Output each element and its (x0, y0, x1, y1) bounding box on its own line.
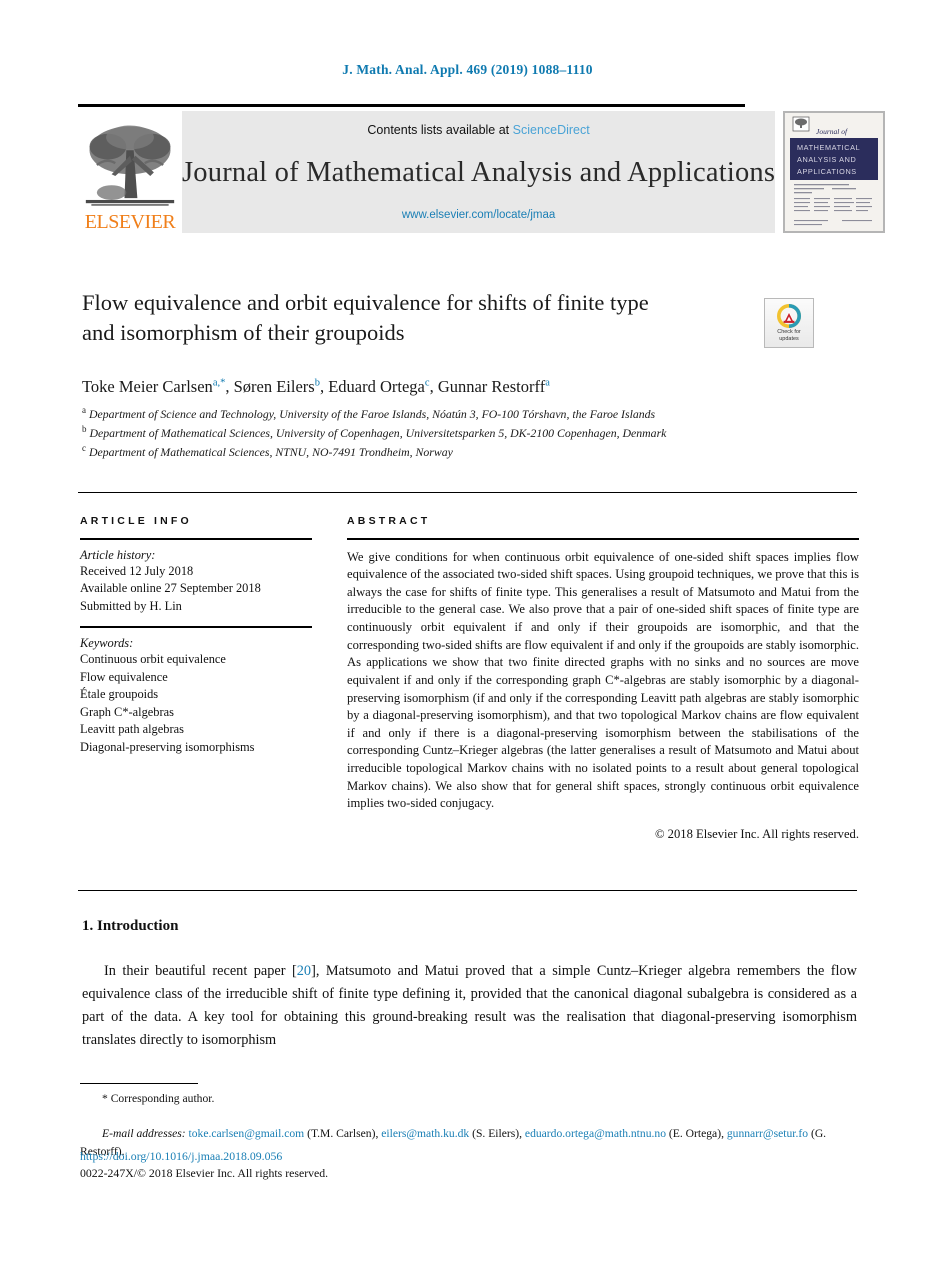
corresponding-author-note: * Corresponding author. (102, 1092, 215, 1105)
abstract-text: We give conditions for when continuous o… (347, 549, 859, 811)
keywords-label: Keywords: (80, 636, 134, 651)
doi-block: https://doi.org/10.1016/j.jmaa.2018.09.0… (80, 1148, 328, 1182)
masthead-center-panel: Contents lists available at ScienceDirec… (182, 111, 776, 233)
elsevier-tree-icon (84, 119, 176, 211)
keywords-rule (80, 626, 312, 629)
journal-masthead: ELSEVIER Contents lists available at Sci… (78, 104, 886, 233)
email-addresses-label: E-mail addresses: (102, 1127, 186, 1141)
article-history-item: Available online 27 September 2018 (80, 581, 261, 596)
contents-available-line: Contents lists available at ScienceDirec… (367, 123, 589, 137)
email-link[interactable]: eduardo.ortega@math.ntnu.no (525, 1127, 666, 1140)
article-info-rule (80, 538, 312, 540)
title-line-1: Flow equivalence and orbit equivalence f… (82, 290, 649, 315)
journal-title: Journal of Mathematical Analysis and App… (182, 157, 776, 188)
running-head: J. Math. Anal. Appl. 469 (2019) 1088–111… (342, 62, 593, 77)
author-affiliation-mark: c (424, 377, 430, 389)
svg-text:Journal of: Journal of (816, 127, 848, 136)
title-line-2: and isomorphism of their groupoids (82, 320, 405, 346)
affiliation-mark: c (82, 443, 86, 454)
title-block: Flow equivalence and orbit equivalence f… (82, 288, 752, 397)
abstract-column: ABSTRACT We give conditions for when con… (347, 515, 859, 842)
email-addresses-line (80, 1110, 102, 1123)
elsevier-wordmark: ELSEVIER (84, 211, 176, 233)
contents-prefix: Contents lists available at (367, 123, 513, 137)
affiliation-item: a Department of Science and Technology, … (82, 404, 782, 423)
affiliation-text: Department of Mathematical Sciences, Uni… (89, 425, 667, 440)
check-for-updates-badge[interactable]: Check for updates (764, 298, 814, 348)
affiliation-mark: b (82, 424, 87, 435)
copyright-line: © 2018 Elsevier Inc. All rights reserved… (654, 826, 859, 841)
sciencedirect-link[interactable]: ScienceDirect (513, 123, 590, 137)
footnote-rule (80, 1083, 198, 1084)
author-name: Søren Eilers (233, 376, 315, 396)
paper-page: J. Math. Anal. Appl. 469 (2019) 1088–111… (0, 0, 935, 1266)
keyword-item: Flow equivalence (80, 669, 168, 684)
article-history-item: Submitted by H. Lin (80, 598, 182, 613)
elsevier-logo: ELSEVIER (78, 111, 182, 233)
introduction-heading: 1. Introduction (82, 918, 179, 934)
author-affiliation-mark: a,* (212, 377, 226, 389)
journal-homepage-link[interactable]: www.elsevier.com/locate/jmaa (402, 209, 555, 221)
article-info-column: ARTICLE INFO Article history: Received 1… (80, 515, 312, 757)
affiliation-item: c Department of Mathematical Sciences, N… (82, 442, 782, 461)
author-affiliation-mark: b (314, 377, 320, 389)
crossmark-label-line1: Check for (777, 328, 801, 335)
keyword-item: Diagonal-preserving isomorphisms (80, 740, 255, 755)
affiliation-item: b Department of Mathematical Sciences, U… (82, 423, 782, 442)
article-history-label: Article history: (80, 547, 156, 562)
affiliation-text: Department of Mathematical Sciences, NTN… (88, 444, 453, 459)
issn-copyright-line: 0022-247X/© 2018 Elsevier Inc. All right… (80, 1166, 329, 1181)
author-name: Toke Meier Carlsen (82, 376, 213, 396)
article-info-heading: ARTICLE INFO (80, 515, 192, 527)
svg-text:MATHEMATICAL: MATHEMATICAL (797, 143, 860, 152)
crossmark-icon (777, 303, 801, 328)
svg-text:ANALYSIS AND: ANALYSIS AND (797, 155, 856, 164)
affiliation-mark: a (82, 405, 86, 415)
email-owner: (T.M. Carlsen) (307, 1127, 376, 1141)
masthead-top-rule (78, 104, 745, 107)
abstract-rule (347, 538, 859, 540)
author-name: Gunnar Restorff (437, 376, 546, 396)
keyword-item: Continuous orbit equivalence (80, 652, 226, 667)
keyword-item: Graph C*-algebras (80, 704, 174, 719)
article-history-item: Received 12 July 2018 (80, 563, 194, 578)
doi-link[interactable]: https://doi.org/10.1016/j.jmaa.2018.09.0… (80, 1148, 328, 1165)
section-divider-top (78, 492, 857, 493)
intro-text-a: In their beautiful recent paper [ (104, 963, 297, 979)
email-link[interactable]: gunnarr@setur.fo (727, 1127, 808, 1140)
abstract-heading: ABSTRACT (347, 515, 431, 527)
email-owner: (S. Eilers) (472, 1127, 520, 1141)
keyword-item: Leavitt path algebras (80, 722, 184, 737)
author-list: Toke Meier Carlsena,*, Søren Eilersb, Ed… (82, 376, 550, 396)
email-link[interactable]: eilers@math.ku.dk (381, 1127, 469, 1140)
introduction-paragraph: In their beautiful recent paper [20], Ma… (82, 960, 857, 1053)
email-owner: (E. Ortega) (668, 1127, 722, 1141)
journal-cover-thumbnail: Journal of MATHEMATICAL ANALYSIS AND APP… (783, 111, 886, 233)
keyword-item: Étale groupoids (80, 687, 159, 702)
section-divider-bottom (78, 890, 857, 891)
crossmark-label-line2: updates (779, 335, 799, 342)
author-name: Eduard Ortega (328, 376, 425, 396)
page-title: Flow equivalence and orbit equivalence f… (82, 288, 752, 349)
crossmark-label: Check for updates (777, 329, 801, 343)
citation-link-20[interactable]: 20 (297, 963, 311, 979)
affiliations-block: a Department of Science and Technology, … (82, 404, 782, 461)
svg-text:APPLICATIONS: APPLICATIONS (797, 167, 857, 176)
author-affiliation-mark: a (545, 377, 550, 389)
keywords-block: Keywords: Continuous orbit equivalence F… (80, 636, 312, 757)
affiliation-text: Department of Science and Technology, Un… (88, 406, 656, 421)
email-link[interactable]: toke.carlsen@gmail.com (189, 1127, 305, 1140)
